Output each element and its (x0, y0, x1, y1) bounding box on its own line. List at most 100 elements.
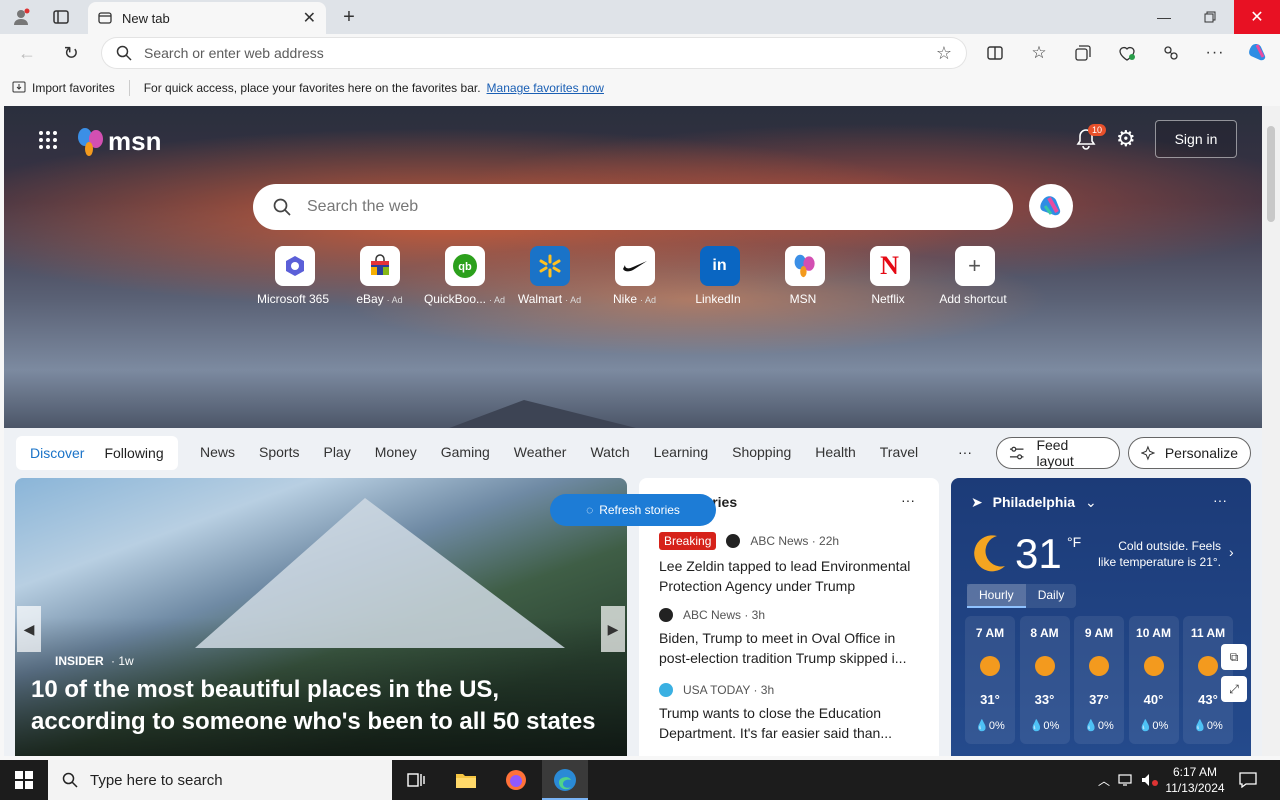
new-tab-button[interactable]: + (338, 6, 360, 28)
nav-learning[interactable]: Learning (654, 444, 709, 460)
show-hidden-icons-chevron[interactable]: ︿ (1092, 768, 1116, 792)
windows-start-icon[interactable] (12, 768, 36, 792)
tab-following[interactable]: Following (94, 445, 173, 461)
shortcut-quickbooks[interactable]: qb QuickBoo... · Ad (422, 246, 507, 306)
settings-gear-icon[interactable]: ⚙ (1116, 126, 1136, 152)
weather-more-icon[interactable]: ··· (1213, 492, 1227, 508)
address-bar[interactable]: Search or enter web address ☆ (102, 38, 966, 68)
netflix-icon: N (869, 246, 910, 286)
shortcut-label: eBay (356, 292, 384, 306)
refresh-stories-button[interactable]: ◌ Refresh stories (550, 494, 716, 526)
shortcut-ebay[interactable]: eBay · Ad (337, 246, 422, 306)
tab-close-icon[interactable]: ✕ (303, 8, 316, 28)
feed-layout-button[interactable]: Feed layout (996, 437, 1120, 469)
more-categories-button[interactable]: ··· (958, 444, 972, 460)
shortcut-walmart[interactable]: Walmart · Ad (507, 246, 592, 306)
nav-news[interactable]: News (200, 444, 235, 460)
network-icon[interactable] (1114, 768, 1138, 792)
abc-news-logo-icon (726, 534, 741, 548)
sign-in-button[interactable]: Sign in (1155, 120, 1237, 158)
profile-icon[interactable] (10, 6, 32, 28)
hour-forecast[interactable]: 8 AM 33° 💧0% (1019, 616, 1070, 744)
story-item[interactable]: Breaking ABC News · 22h Lee Zeldin tapped… (659, 532, 927, 596)
hour-forecast[interactable]: 7 AM 31° 💧0% (965, 616, 1015, 744)
carousel-prev-arrow[interactable]: ◀ (17, 606, 41, 652)
nav-health[interactable]: Health (815, 444, 855, 460)
expand-icon[interactable]: ⤢ (1221, 676, 1247, 702)
browser-essentials-icon[interactable] (1116, 42, 1138, 64)
feedback-icon[interactable]: ⧉ (1221, 644, 1247, 670)
file-explorer-icon[interactable] (454, 768, 478, 792)
extensions-icon[interactable] (1160, 42, 1182, 64)
hour-forecast[interactable]: 9 AM 37° 💧0% (1074, 616, 1124, 744)
nav-weather[interactable]: Weather (514, 444, 567, 460)
task-view-icon[interactable] (404, 768, 428, 792)
scrollbar-thumb[interactable] (1267, 126, 1275, 222)
story-headline[interactable]: Biden, Trump to meet in Oval Office in p… (659, 628, 927, 668)
taskbar-search-box[interactable]: Type here to search (48, 760, 392, 800)
tab-hourly[interactable]: Hourly (967, 584, 1026, 608)
restore-icon[interactable] (1198, 6, 1222, 28)
shortcut-netflix[interactable]: N Netflix (847, 246, 932, 306)
story-item[interactable]: USA TODAY · 3h Trump wants to close the … (659, 683, 927, 743)
manage-favorites-link[interactable]: Manage favorites now (487, 81, 604, 95)
notifications-center-icon[interactable] (1236, 768, 1260, 792)
tab-actions-icon[interactable] (50, 6, 72, 28)
taskbar-clock[interactable]: 6:17 AM 11/13/2024 (1160, 764, 1230, 796)
import-favorites-icon[interactable] (12, 80, 26, 97)
collections-icon[interactable] (1072, 42, 1094, 64)
window-close-button[interactable]: ✕ (1234, 0, 1280, 34)
nav-travel[interactable]: Travel (880, 444, 918, 460)
main-story-source: INSIDER · 1w (55, 654, 134, 668)
nav-shopping[interactable]: Shopping (732, 444, 791, 460)
tab-new-tab[interactable]: New tab ✕ (88, 2, 326, 34)
shortcut-linkedin[interactable]: in LinkedIn (677, 246, 762, 306)
chevron-down-icon: ⌄ (1084, 494, 1097, 510)
tab-discover[interactable]: Discover (20, 445, 94, 461)
shortcut-add[interactable]: + Add shortcut (932, 246, 1017, 306)
category-links: News Sports Play Money Gaming Weather Wa… (200, 444, 942, 460)
shortcut-msn[interactable]: MSN (762, 246, 847, 306)
favorites-divider (128, 80, 130, 96)
nav-gaming[interactable]: Gaming (441, 444, 490, 460)
page-scrollbar[interactable] (1262, 106, 1280, 756)
nav-play[interactable]: Play (323, 444, 350, 460)
import-favorites-button[interactable]: Import favorites (32, 81, 115, 95)
nav-watch[interactable]: Watch (590, 444, 629, 460)
shortcut-nike[interactable]: Nike · Ad (592, 246, 677, 306)
msn-logo[interactable]: msn (76, 126, 161, 157)
edge-taskbar-button[interactable] (542, 760, 588, 800)
feed-tabs: Discover Following (16, 436, 178, 470)
favorites-icon[interactable]: ☆ (1028, 42, 1050, 64)
main-story-card[interactable]: ◀ ▶ INSIDER · 1w 10 of the most beautifu… (15, 478, 627, 756)
top-stories-more-icon[interactable]: ··· (901, 492, 915, 508)
firefox-icon[interactable] (504, 768, 528, 792)
hour-forecast[interactable]: 10 AM 40° 💧0% (1128, 616, 1179, 744)
copilot-icon[interactable] (1246, 40, 1270, 64)
story-item[interactable]: ABC News · 3h Biden, Trump to meet in Ov… (659, 608, 927, 668)
carousel-next-arrow[interactable]: ▶ (601, 606, 625, 652)
nav-sports[interactable]: Sports (259, 444, 299, 460)
chevron-right-icon[interactable]: › (1229, 544, 1234, 560)
personalize-button[interactable]: Personalize (1128, 437, 1251, 469)
minimize-icon[interactable]: — (1152, 6, 1176, 28)
story-headline[interactable]: Lee Zeldin tapped to lead Environmental … (659, 556, 927, 596)
story-headline[interactable]: Trump wants to close the Education Depar… (659, 703, 927, 743)
tab-daily[interactable]: Daily (1026, 584, 1077, 608)
refresh-stories-label: Refresh stories (599, 503, 680, 517)
weather-location[interactable]: ➤ Philadelphia ⌄ (971, 494, 1097, 511)
nav-money[interactable]: Money (375, 444, 417, 460)
volume-muted-icon[interactable] (1138, 768, 1162, 792)
refresh-icon[interactable]: ↻ (60, 42, 82, 64)
shortcut-label: LinkedIn (695, 292, 741, 306)
main-story-title[interactable]: 10 of the most beautiful places in the U… (31, 674, 611, 738)
back-icon[interactable]: ← (16, 42, 38, 64)
app-launcher-icon[interactable] (38, 130, 58, 156)
copilot-search-button[interactable] (1029, 184, 1073, 228)
web-search-box[interactable]: Search the web (253, 184, 1013, 230)
weather-description[interactable]: Cold outside. Feels like temperature is … (1097, 538, 1221, 570)
favorite-star-icon[interactable]: ☆ (936, 43, 952, 64)
split-screen-icon[interactable] (984, 42, 1006, 64)
settings-more-icon[interactable]: ··· (1204, 42, 1226, 64)
shortcut-microsoft-365[interactable]: Microsoft 365 (252, 246, 337, 306)
